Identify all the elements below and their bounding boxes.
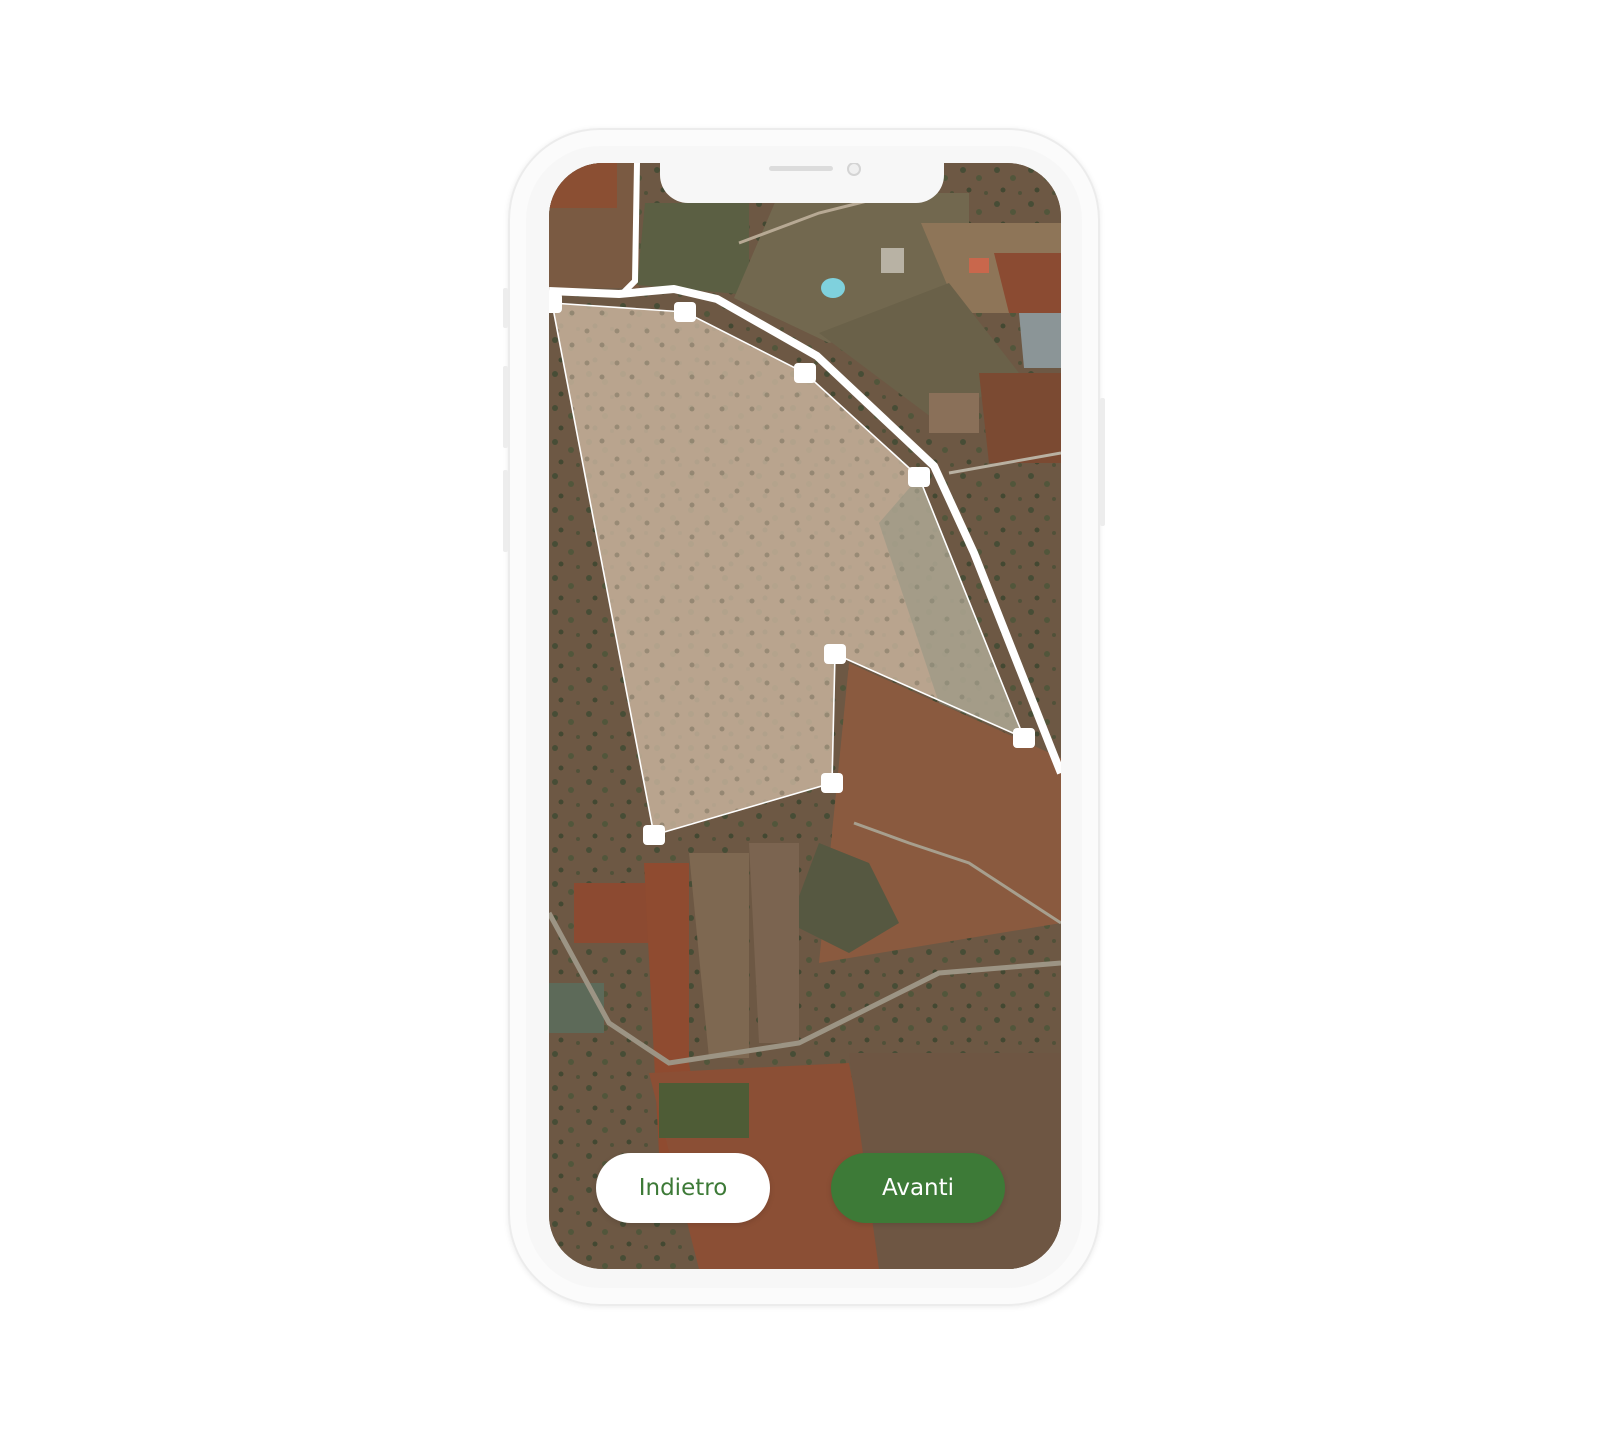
greenhouse xyxy=(1019,313,1061,368)
phone-notch xyxy=(660,163,944,203)
phone-volume-down-button xyxy=(503,470,508,552)
greenhouse-bottom-left xyxy=(549,983,604,1033)
field-left-red xyxy=(574,883,649,943)
phone-volume-up-button xyxy=(503,366,508,448)
woodland-top xyxy=(637,203,749,295)
speaker-grille xyxy=(769,166,833,171)
satellite-map[interactable] xyxy=(549,163,1061,1269)
vertex-handle[interactable] xyxy=(821,773,843,793)
vertex-handle[interactable] xyxy=(908,467,930,487)
phone-side-button xyxy=(503,288,508,328)
back-button[interactable]: Indietro xyxy=(596,1153,770,1223)
roof-red xyxy=(969,258,989,273)
next-button[interactable]: Avanti xyxy=(831,1153,1005,1223)
front-camera xyxy=(847,163,861,176)
vertex-handle[interactable] xyxy=(824,644,846,664)
house-roof xyxy=(881,248,904,273)
vertex-handle[interactable] xyxy=(643,825,665,845)
phone-power-button xyxy=(1100,398,1105,526)
field-right-mid xyxy=(979,373,1061,463)
vertex-handle[interactable] xyxy=(674,302,696,322)
vertex-handle[interactable] xyxy=(549,293,562,313)
field-bottom-green xyxy=(659,1083,749,1138)
house-right xyxy=(929,393,979,433)
app-screen: Indietro Avanti xyxy=(549,163,1061,1269)
vertex-handle[interactable] xyxy=(1013,728,1035,748)
field-top-left-red xyxy=(549,163,617,208)
swimming-pool xyxy=(821,278,845,298)
vertex-handle[interactable] xyxy=(794,363,816,383)
